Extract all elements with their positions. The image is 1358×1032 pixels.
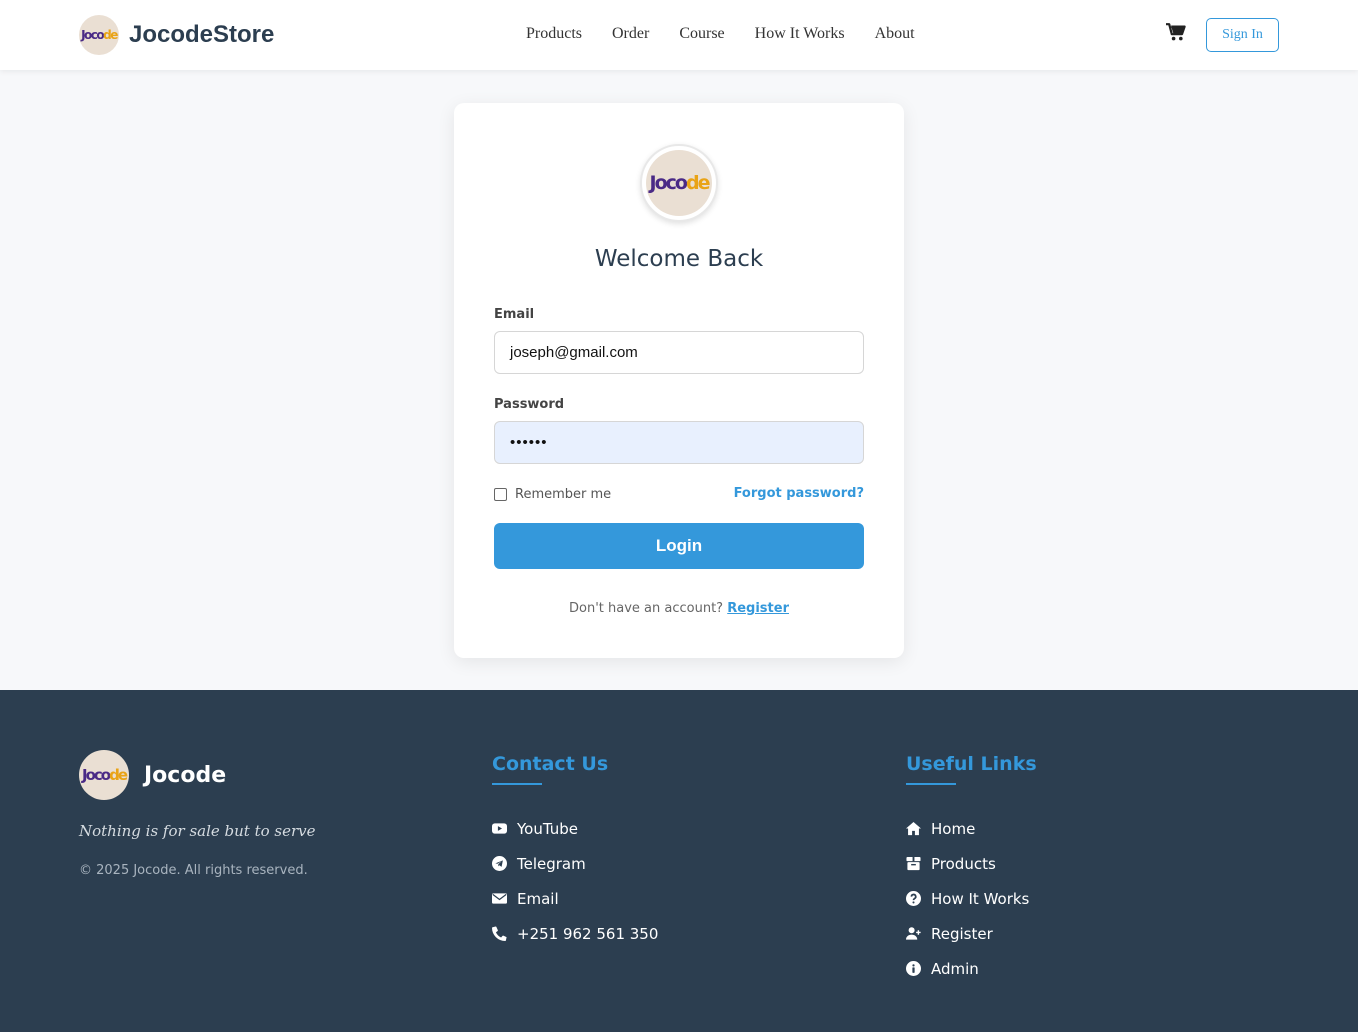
- contact-phone[interactable]: +251 962 561 350: [492, 916, 658, 951]
- brand-name: JocodeStore: [129, 21, 275, 48]
- nav-order[interactable]: Order: [612, 25, 649, 43]
- no-account-text: Don't have an account?: [569, 601, 724, 616]
- useful-links-section: Useful Links Home Products How It Works …: [906, 753, 1037, 986]
- link-home[interactable]: Home: [906, 811, 1037, 846]
- link-home-label[interactable]: Home: [931, 820, 975, 838]
- useful-links-heading: Useful Links: [906, 753, 1037, 775]
- top-navbar: Jocode JocodeStore Products Order Course…: [0, 0, 1358, 70]
- register-link[interactable]: Register: [727, 601, 789, 616]
- logo-text-part2: de: [685, 172, 710, 194]
- logo-text-part1: Joco: [81, 28, 105, 42]
- footer-logo: Jocode: [79, 750, 129, 800]
- logo-text-part1: Joco: [649, 172, 688, 194]
- heading-underline: [492, 783, 542, 785]
- logo-text-part2: de: [109, 766, 128, 784]
- nav-products[interactable]: Products: [526, 25, 582, 43]
- contact-email[interactable]: Email: [492, 881, 658, 916]
- remember-me-checkbox[interactable]: [494, 488, 507, 501]
- link-register[interactable]: Register: [906, 916, 1037, 951]
- link-how-it-works-label[interactable]: How It Works: [931, 890, 1029, 908]
- contact-youtube-label[interactable]: YouTube: [517, 820, 578, 838]
- login-button[interactable]: Login: [494, 523, 864, 569]
- user-plus-icon: [906, 927, 921, 940]
- question-circle-icon: [906, 891, 921, 906]
- phone-icon: [492, 926, 507, 941]
- link-admin[interactable]: Admin: [906, 951, 1037, 986]
- envelope-icon: [492, 893, 507, 904]
- youtube-icon: [492, 823, 507, 834]
- box-icon: [906, 856, 921, 871]
- brand-logo: Jocode: [79, 15, 119, 55]
- footer-tagline: Nothing is for sale but to serve: [79, 822, 316, 840]
- nav-how-it-works[interactable]: How It Works: [755, 25, 845, 43]
- info-circle-icon: [906, 961, 921, 976]
- remember-me: Remember me: [494, 487, 611, 502]
- login-card: Jocode Welcome Back Email joseph@gmail.c…: [454, 103, 904, 658]
- login-title: Welcome Back: [594, 246, 764, 272]
- contact-section: Contact Us YouTube Telegram Email +251 9…: [492, 753, 658, 951]
- link-how-it-works[interactable]: How It Works: [906, 881, 1037, 916]
- forgot-password-link[interactable]: Forgot password?: [734, 486, 864, 501]
- sign-in-button[interactable]: Sign In: [1206, 18, 1279, 52]
- telegram-icon: [492, 856, 507, 871]
- link-products-label[interactable]: Products: [931, 855, 996, 873]
- card-logo: Jocode: [640, 144, 718, 222]
- remember-me-label[interactable]: Remember me: [515, 487, 611, 502]
- link-admin-label[interactable]: Admin: [931, 960, 979, 978]
- footer-brand-name: Jocode: [144, 762, 227, 788]
- logo-text-part2: de: [103, 28, 118, 42]
- brand-link[interactable]: Jocode JocodeStore: [79, 15, 274, 55]
- email-field[interactable]: joseph@gmail.com: [494, 331, 864, 374]
- footer-copyright: © 2025 Jocode. All rights reserved.: [79, 863, 308, 878]
- footer-brand: Jocode Jocode: [79, 750, 226, 800]
- register-prompt: Don't have an account? Register: [454, 601, 904, 616]
- contact-phone-label[interactable]: +251 962 561 350: [517, 925, 658, 943]
- nav-about[interactable]: About: [875, 25, 915, 43]
- shopping-cart-icon[interactable]: [1166, 23, 1186, 41]
- contact-heading: Contact Us: [492, 753, 609, 775]
- contact-youtube[interactable]: YouTube: [492, 811, 658, 846]
- link-register-label[interactable]: Register: [931, 925, 993, 943]
- link-products[interactable]: Products: [906, 846, 1037, 881]
- main-nav: Products Order Course How It Works About: [526, 25, 945, 43]
- contact-telegram[interactable]: Telegram: [492, 846, 658, 881]
- contact-email-label[interactable]: Email: [517, 890, 559, 908]
- home-icon: [906, 821, 921, 836]
- contact-telegram-label[interactable]: Telegram: [517, 855, 586, 873]
- heading-underline: [906, 783, 956, 785]
- email-label: Email: [494, 307, 535, 322]
- password-field[interactable]: ••••••: [494, 421, 864, 464]
- nav-course[interactable]: Course: [679, 25, 724, 43]
- logo-text-part1: Joco: [81, 766, 111, 784]
- footer: Jocode Jocode Nothing is for sale but to…: [0, 690, 1358, 1032]
- password-label: Password: [494, 397, 565, 412]
